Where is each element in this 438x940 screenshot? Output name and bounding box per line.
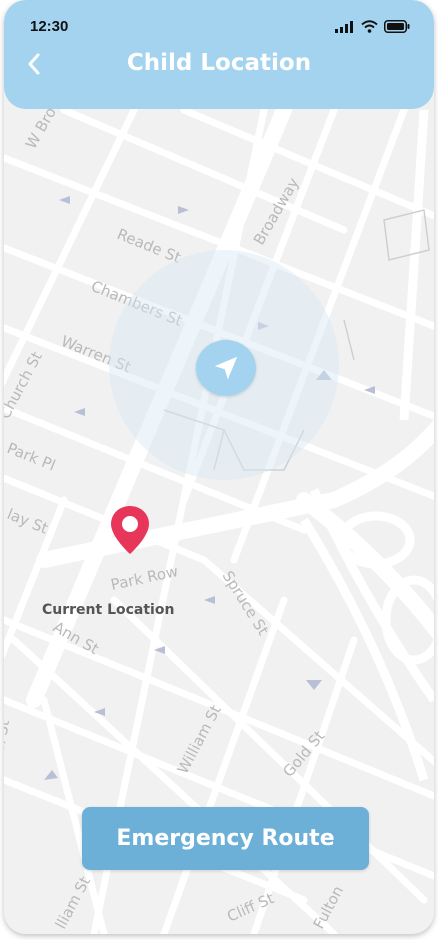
status-bar: 12:30	[4, 0, 434, 44]
app-header: 12:30 Child Location	[4, 0, 434, 109]
battery-icon	[384, 20, 410, 33]
navigate-button[interactable]	[196, 340, 256, 396]
navigation-arrow-icon	[214, 356, 238, 380]
status-time: 12:30	[30, 18, 69, 35]
page-title: Child Location	[126, 50, 312, 76]
current-location-label: Current Location	[42, 602, 175, 618]
status-icons	[335, 20, 410, 33]
wifi-icon	[361, 20, 378, 33]
emergency-route-button[interactable]: Emergency Route	[82, 807, 369, 870]
phone-screen: W Bro Reade St Broadway Chambers St Warr…	[4, 0, 434, 934]
location-pin-icon[interactable]	[108, 504, 152, 558]
signal-icon	[335, 20, 353, 33]
